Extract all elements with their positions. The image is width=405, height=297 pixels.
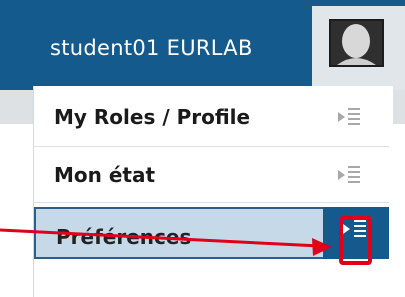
annotation-arrow-icon — [0, 228, 332, 256]
